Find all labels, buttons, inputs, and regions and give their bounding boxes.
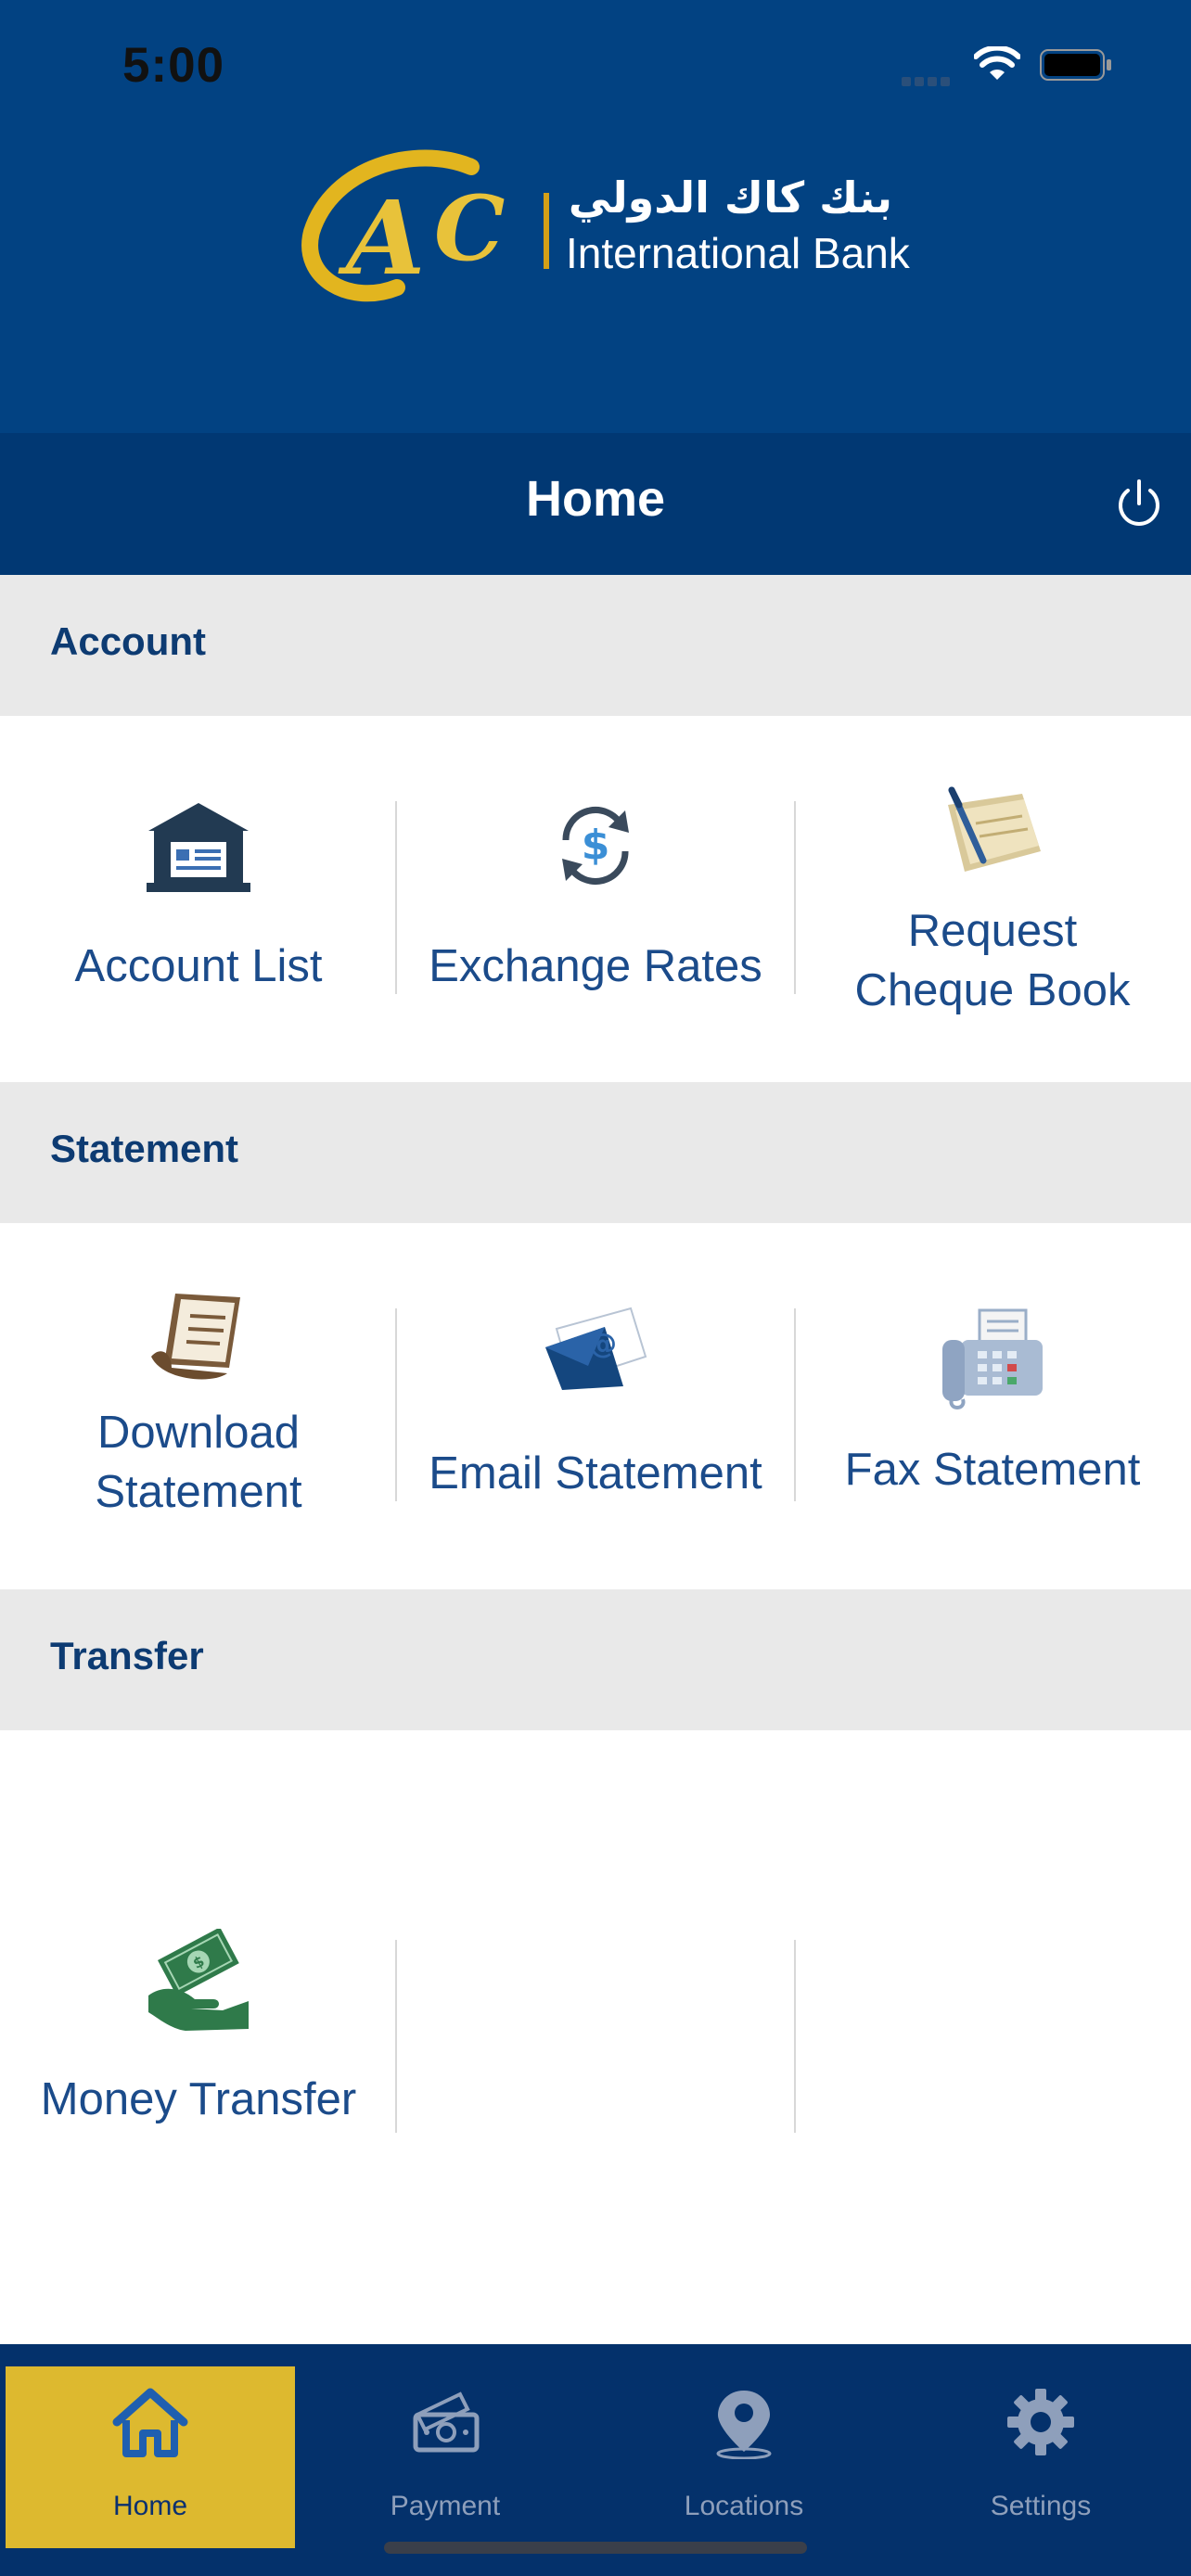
document-download-icon xyxy=(151,1294,240,1380)
app-header: 5:00 A C بنك كاك الدولي International Ba… xyxy=(0,0,1191,433)
home-icon xyxy=(112,2388,188,2457)
email-statement-label: Email Statement xyxy=(429,1448,762,1498)
empty-tile-slot xyxy=(397,1730,794,2344)
logo-arabic-name: بنك كاك الدولي xyxy=(568,172,892,223)
cac-logo-mark: A C xyxy=(301,149,505,302)
fax-statement-tile[interactable]: Fax Statement xyxy=(794,1223,1191,1589)
email-icon: @ xyxy=(545,1307,647,1390)
money-transfer-label: Money Transfer xyxy=(40,2074,357,2124)
download-statement-label: Download Statement xyxy=(0,1403,397,1522)
fax-icon xyxy=(942,1308,1043,1409)
section-title-account: Account xyxy=(50,619,206,663)
home-indicator[interactable] xyxy=(384,2542,807,2554)
tab-settings-label: Settings xyxy=(990,2491,1092,2521)
empty-tile-slot xyxy=(794,1730,1191,2344)
tab-payment[interactable]: Payment xyxy=(301,2366,590,2548)
fax-statement-label: Fax Statement xyxy=(844,1445,1141,1495)
download-statement-label-line2: Statement xyxy=(95,1467,302,1517)
section-title-transfer: Transfer xyxy=(50,1634,204,1677)
battery-icon xyxy=(1040,49,1111,81)
request-cheque-book-label: Request Cheque Book xyxy=(794,901,1191,1020)
currency-exchange-icon: $ xyxy=(562,807,629,885)
tab-locations-label: Locations xyxy=(684,2491,804,2521)
section-title-statement: Statement xyxy=(50,1127,239,1170)
navigation-bar: Home xyxy=(0,433,1191,575)
tab-home[interactable]: Home xyxy=(6,2366,295,2548)
logo-english-name: International Bank xyxy=(566,229,910,277)
bank-icon xyxy=(147,803,250,892)
wifi-icon xyxy=(974,46,1020,80)
gear-icon xyxy=(1007,2389,1074,2455)
tab-home-label: Home xyxy=(112,2491,188,2521)
bank-logo: A C بنك كاك الدولي International Bank xyxy=(295,148,910,315)
cellular-signal-icon xyxy=(902,74,957,86)
money-transfer-icon: $ xyxy=(148,1929,249,2031)
request-cheque-book-label-line1: Request xyxy=(907,906,1078,956)
account-list-label: Account List xyxy=(74,941,323,991)
tab-settings[interactable]: Settings xyxy=(896,2366,1185,2548)
power-icon[interactable] xyxy=(1113,476,1165,531)
logo-divider xyxy=(544,193,549,269)
cheque-book-icon xyxy=(948,786,1041,872)
svg-text:@: @ xyxy=(589,1328,617,1360)
section-header-account: Account xyxy=(0,575,1191,716)
download-statement-label-line1: Download xyxy=(97,1408,300,1458)
page-title: Home xyxy=(525,471,666,527)
location-pin-icon xyxy=(716,2391,772,2459)
money-transfer-tile[interactable]: $ Money Transfer xyxy=(0,1730,397,2344)
payment-icon xyxy=(413,2391,480,2453)
exchange-rates-label: Exchange Rates xyxy=(429,941,762,991)
account-list-tile[interactable]: Account List xyxy=(0,716,397,1082)
svg-text:A: A xyxy=(338,178,425,298)
email-statement-tile[interactable]: @ Email Statement xyxy=(397,1223,794,1589)
download-statement-tile[interactable]: Download Statement xyxy=(0,1223,397,1589)
tab-payment-label: Payment xyxy=(390,2491,501,2521)
transfer-tiles-row: $ Money Transfer xyxy=(0,1730,1191,2344)
statement-tiles-row: Download Statement @ Email Statement Fax… xyxy=(0,1223,1191,1589)
tab-locations[interactable]: Locations xyxy=(599,2366,889,2548)
section-header-statement: Statement xyxy=(0,1082,1191,1223)
exchange-rates-tile[interactable]: $ Exchange Rates xyxy=(397,716,794,1082)
svg-text:$: $ xyxy=(582,822,610,869)
account-tiles-row: Account List $ Exchange Rates Request Ch… xyxy=(0,716,1191,1082)
status-time: 5:00 xyxy=(122,38,225,93)
request-cheque-book-tile[interactable]: Request Cheque Book xyxy=(794,716,1191,1082)
request-cheque-book-label-line2: Cheque Book xyxy=(854,965,1131,1015)
svg-text:C: C xyxy=(434,176,505,281)
section-header-transfer: Transfer xyxy=(0,1589,1191,1730)
